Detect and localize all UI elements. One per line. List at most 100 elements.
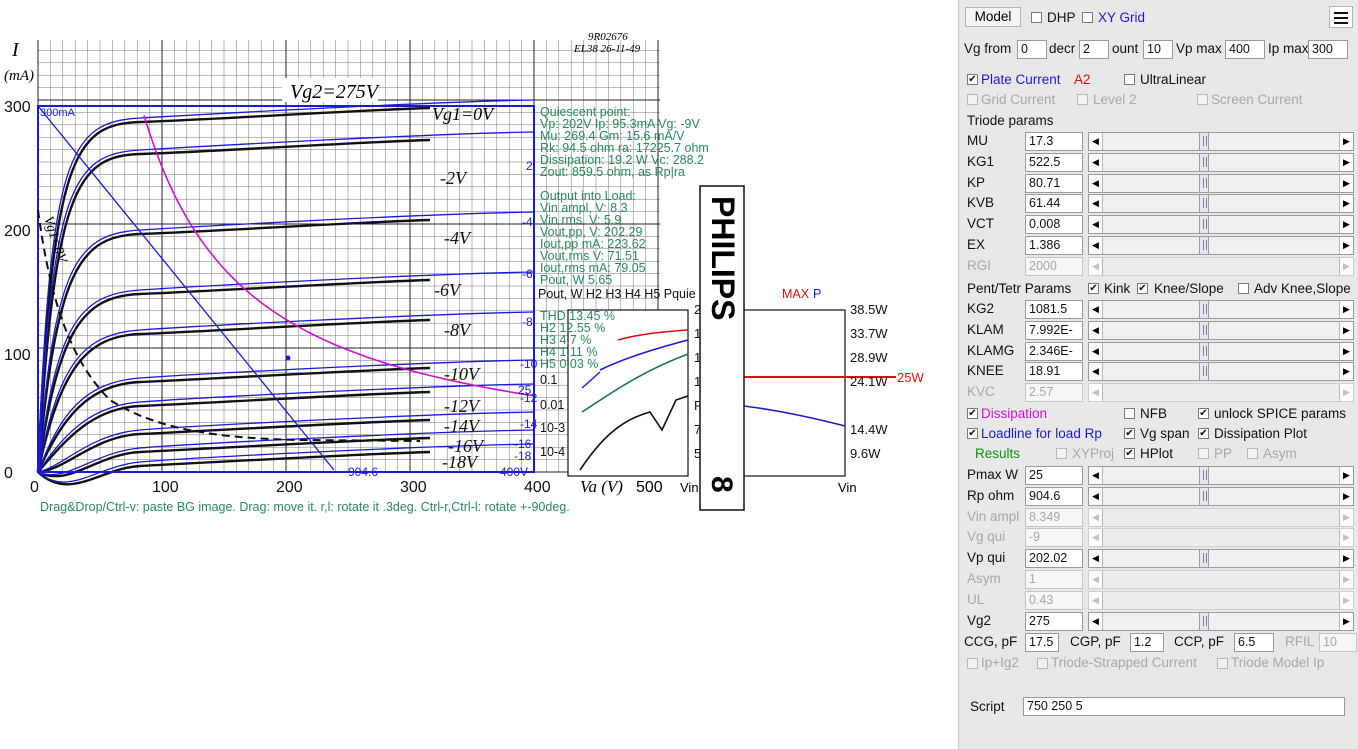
slider-thumb[interactable] (1199, 195, 1209, 213)
param-slider[interactable]: ◀ ▶ (1088, 362, 1354, 382)
decr-input[interactable]: 2 (1079, 40, 1109, 59)
tube-curves-plot[interactable]: I (mA) 3002001000 0 100 200 300 400 9R02676 … (0, 0, 958, 749)
slider-right-arrow-icon[interactable]: ▶ (1339, 571, 1353, 588)
nfb-checkbox[interactable] (1124, 408, 1135, 419)
param-input[interactable]: 1081.5 (1025, 300, 1083, 319)
hplot-checkbox[interactable]: ✔ (1124, 448, 1135, 459)
dissipation-plot-checkbox[interactable]: ✔ (1198, 428, 1209, 439)
slider-right-arrow-icon[interactable]: ▶ (1339, 550, 1353, 568)
param-slider[interactable]: ◀ ▶ (1088, 570, 1354, 589)
ccp-input[interactable]: 6.5 (1234, 633, 1274, 652)
param-input[interactable]: 0.008 (1025, 215, 1083, 235)
param-input[interactable]: 8.349 (1025, 507, 1083, 527)
vg-span-checkbox[interactable]: ✔ (1124, 428, 1135, 439)
param-slider[interactable]: ◀ ▶ (1088, 152, 1354, 172)
param-slider[interactable]: ◀ ▶ (1088, 215, 1354, 235)
param-input[interactable]: 18.91 (1025, 362, 1083, 382)
slider-right-arrow-icon[interactable]: ▶ (1339, 487, 1353, 505)
slider-left-arrow-icon[interactable]: ◀ (1089, 174, 1103, 192)
slider-thumb[interactable] (1199, 133, 1209, 150)
slider-thumb[interactable] (1199, 174, 1209, 192)
triode-model-ip-checkbox[interactable] (1217, 658, 1228, 669)
param-input[interactable]: -9 (1025, 528, 1083, 548)
param-input[interactable]: 0.43 (1025, 590, 1083, 610)
param-slider[interactable]: ◀ ▶ (1088, 320, 1354, 340)
param-input[interactable]: 904.6 (1025, 486, 1083, 506)
slider-right-arrow-icon[interactable]: ▶ (1339, 384, 1353, 402)
param-slider[interactable]: ◀ ▶ (1088, 256, 1354, 276)
param-slider[interactable]: ◀ ▶ (1088, 194, 1354, 214)
slider-right-arrow-icon[interactable]: ▶ (1339, 301, 1353, 318)
param-input[interactable]: 522.5 (1025, 152, 1083, 172)
cgp-input[interactable]: 1.2 (1130, 633, 1164, 652)
slider-right-arrow-icon[interactable]: ▶ (1339, 363, 1353, 381)
param-slider[interactable]: ◀ ▶ (1088, 528, 1354, 548)
slider-right-arrow-icon[interactable]: ▶ (1339, 467, 1353, 484)
level2-checkbox[interactable] (1077, 94, 1088, 105)
param-slider[interactable]: ◀ ▶ (1088, 549, 1354, 569)
param-slider[interactable]: ◀ ▶ (1088, 590, 1354, 610)
slider-left-arrow-icon[interactable]: ◀ (1089, 550, 1103, 568)
knee-slope-checkbox[interactable]: ✔ (1137, 283, 1148, 294)
plate-current-checkbox[interactable]: ✔ (967, 74, 978, 85)
kink-checkbox[interactable]: ✔ (1088, 283, 1099, 294)
param-slider[interactable]: ◀ ▶ (1088, 132, 1354, 151)
slider-right-arrow-icon[interactable]: ▶ (1339, 237, 1353, 254)
slider-left-arrow-icon[interactable]: ◀ (1089, 133, 1103, 150)
screen-current-checkbox[interactable] (1197, 94, 1208, 105)
slider-thumb[interactable] (1199, 467, 1209, 484)
param-slider[interactable]: ◀ ▶ (1088, 507, 1354, 527)
slider-left-arrow-icon[interactable]: ◀ (1089, 508, 1103, 526)
loadline-checkbox[interactable]: ✔ (967, 428, 978, 439)
slider-right-arrow-icon[interactable]: ▶ (1339, 174, 1353, 192)
ccg-input[interactable]: 17.5 (1025, 633, 1059, 652)
param-input[interactable]: 61.44 (1025, 194, 1083, 214)
slider-left-arrow-icon[interactable]: ◀ (1089, 342, 1103, 360)
script-input[interactable]: 750 250 5 (1023, 697, 1345, 716)
triode-strapped-checkbox[interactable] (1037, 658, 1048, 669)
slider-left-arrow-icon[interactable]: ◀ (1089, 591, 1103, 609)
param-input[interactable]: 2.57 (1025, 383, 1083, 403)
slider-thumb[interactable] (1199, 342, 1209, 360)
slider-thumb[interactable] (1199, 153, 1209, 171)
hamburger-menu-icon[interactable] (1329, 6, 1353, 28)
slider-right-arrow-icon[interactable]: ▶ (1339, 195, 1353, 213)
pp-checkbox[interactable] (1198, 448, 1209, 459)
slider-left-arrow-icon[interactable]: ◀ (1089, 237, 1103, 254)
param-slider[interactable]: ◀ ▶ (1088, 383, 1354, 403)
slider-right-arrow-icon[interactable]: ▶ (1339, 153, 1353, 171)
param-slider[interactable]: ◀ ▶ (1088, 466, 1354, 485)
plot-area[interactable]: I (mA) 300 200 100 0 0 100 200 300 400 9R02676 … (0, 0, 958, 749)
param-input[interactable]: 202.02 (1025, 549, 1083, 569)
slider-thumb[interactable] (1199, 487, 1209, 505)
slider-thumb[interactable] (1199, 321, 1209, 339)
param-slider[interactable]: ◀ ▶ (1088, 173, 1354, 193)
param-slider[interactable]: ◀ ▶ (1088, 611, 1354, 631)
slider-right-arrow-icon[interactable]: ▶ (1339, 257, 1353, 275)
slider-right-arrow-icon[interactable]: ▶ (1339, 321, 1353, 339)
slider-left-arrow-icon[interactable]: ◀ (1089, 529, 1103, 547)
param-input[interactable]: 25 (1025, 466, 1083, 485)
adv-knee-checkbox[interactable] (1238, 283, 1249, 294)
unlock-spice-checkbox[interactable]: ✔ (1198, 408, 1209, 419)
param-slider[interactable]: ◀ ▶ (1088, 300, 1354, 319)
param-input[interactable]: 17.3 (1025, 132, 1083, 151)
xyproj-checkbox[interactable] (1056, 448, 1067, 459)
asym-checkbox[interactable] (1247, 448, 1258, 459)
slider-left-arrow-icon[interactable]: ◀ (1089, 487, 1103, 505)
param-input[interactable]: 7.992E-6 (1025, 320, 1083, 354)
param-slider[interactable]: ◀ ▶ (1088, 341, 1354, 361)
slider-right-arrow-icon[interactable]: ▶ (1339, 342, 1353, 360)
grid-current-checkbox[interactable] (967, 94, 978, 105)
slider-left-arrow-icon[interactable]: ◀ (1089, 321, 1103, 339)
slider-left-arrow-icon[interactable]: ◀ (1089, 571, 1103, 588)
param-input[interactable]: 80.71 (1025, 173, 1083, 193)
count-input[interactable]: 10 (1143, 40, 1173, 59)
ip-max-input[interactable]: 300 (1308, 40, 1348, 59)
ip-ig2-checkbox[interactable] (967, 658, 978, 669)
slider-right-arrow-icon[interactable]: ▶ (1339, 216, 1353, 234)
param-input[interactable]: 1.386 (1025, 236, 1083, 255)
model-button[interactable]: Model (965, 7, 1021, 27)
slider-left-arrow-icon[interactable]: ◀ (1089, 153, 1103, 171)
slider-left-arrow-icon[interactable]: ◀ (1089, 467, 1103, 484)
